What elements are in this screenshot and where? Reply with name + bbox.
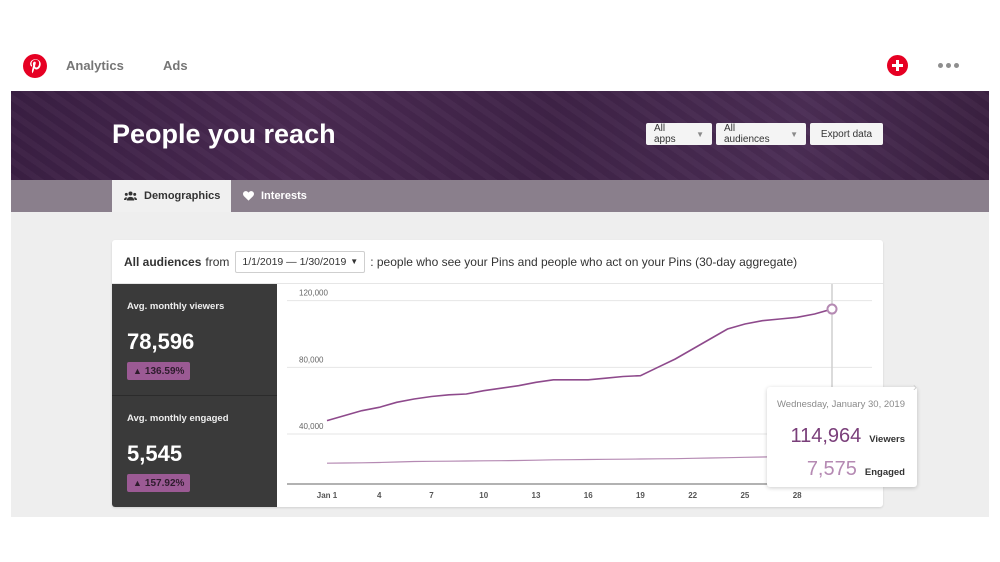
tab-interests-label: Interests xyxy=(261,190,307,202)
stat-engaged-change: 157.92% xyxy=(144,477,185,489)
stat-viewers: Avg. monthly viewers 78,596 ▲ 136.59% xyxy=(112,284,277,394)
create-plus-icon[interactable] xyxy=(887,55,908,76)
stat-viewers-value: 78,596 xyxy=(127,329,195,354)
all-apps-label: All apps xyxy=(654,123,676,145)
x-tick-label: 13 xyxy=(532,491,541,500)
y-tick-label: 120,000 xyxy=(299,289,328,298)
tooltip-viewers-value: 114,964 xyxy=(790,425,862,447)
x-tick-label: Jan 1 xyxy=(317,491,338,500)
stats-panel: Avg. monthly viewers 78,596 ▲ 136.59% Av… xyxy=(112,284,277,507)
chart-tooltip: Wednesday, January 30, 2019 114,964 View… xyxy=(767,387,917,487)
page-title: People you reach xyxy=(112,119,336,149)
stat-engaged-change-badge: ▲ 157.92% xyxy=(127,474,191,492)
stat-engaged: Avg. monthly engaged 5,545 ▲ 157.92% xyxy=(112,395,277,505)
card-header-from: from xyxy=(205,254,230,269)
highlight-point xyxy=(826,303,838,315)
tab-demographics-label: Demographics xyxy=(144,190,221,202)
all-apps-dropdown[interactable]: All apps ▼ xyxy=(646,123,712,145)
pinterest-logo-icon[interactable] xyxy=(23,54,47,78)
nav-ads[interactable]: Ads xyxy=(163,58,188,73)
arrow-up-icon: ▲ xyxy=(133,366,142,376)
x-tick-label: 7 xyxy=(429,491,434,500)
date-range-dropdown[interactable]: 1/1/2019 — 1/30/2019 ▼ xyxy=(235,250,366,273)
hero-banner: People you reach All apps ▼ All audience… xyxy=(11,91,989,180)
tab-demographics[interactable]: Demographics xyxy=(112,180,231,212)
chevron-right-icon[interactable]: › xyxy=(913,380,917,394)
card-header: All audiences from 1/1/2019 — 1/30/2019 … xyxy=(112,240,883,284)
x-tick-label: 28 xyxy=(793,491,802,500)
x-tick-label: 25 xyxy=(740,491,749,500)
stat-engaged-value: 5,545 xyxy=(127,441,183,466)
x-tick-label: 19 xyxy=(636,491,645,500)
nav-analytics[interactable]: Analytics xyxy=(66,58,124,73)
stat-viewers-label: Avg. monthly viewers xyxy=(127,301,225,312)
all-audiences-label: All audiences xyxy=(724,123,770,145)
all-audiences-dropdown[interactable]: All audiences ▼ xyxy=(716,123,806,145)
x-tick-label: 22 xyxy=(688,491,697,500)
caret-down-icon: ▼ xyxy=(696,129,704,139)
series-line-viewers xyxy=(326,308,833,422)
stat-engaged-label: Avg. monthly engaged xyxy=(127,413,229,424)
tooltip-date: Wednesday, January 30, 2019 xyxy=(777,399,905,410)
caret-down-icon: ▼ xyxy=(350,257,359,266)
y-tick-label: 80,000 xyxy=(299,355,324,364)
tooltip-engaged-row: 7,575 Engaged xyxy=(807,458,905,481)
card-header-audience: All audiences xyxy=(124,254,202,269)
stat-viewers-change-badge: ▲ 136.59% xyxy=(127,362,191,380)
tooltip-viewers-row: 114,964 Viewers xyxy=(790,425,905,448)
caret-down-icon: ▼ xyxy=(790,129,798,139)
x-tick-label: 4 xyxy=(377,491,382,500)
tab-bar: Demographics Interests xyxy=(11,180,989,212)
card-header-description: : people who see your Pins and people wh… xyxy=(370,254,798,269)
series-line-engaged xyxy=(326,455,833,464)
y-tick-label: 40,000 xyxy=(299,422,324,431)
heart-icon xyxy=(243,191,254,201)
tooltip-engaged-label: Engaged xyxy=(864,467,905,478)
more-options-icon[interactable] xyxy=(936,57,960,73)
stat-viewers-change: 136.59% xyxy=(144,365,185,377)
date-range-value: 1/1/2019 — 1/30/2019 xyxy=(242,255,347,268)
people-icon xyxy=(124,191,137,201)
tooltip-viewers-label: Viewers xyxy=(869,434,905,445)
arrow-up-icon: ▲ xyxy=(133,478,142,488)
export-data-button[interactable]: Export data xyxy=(810,123,883,145)
x-tick-label: 10 xyxy=(479,491,488,500)
tab-interests[interactable]: Interests xyxy=(243,180,307,212)
hero-controls: All apps ▼ All audiences ▼ Export data xyxy=(646,123,883,145)
tooltip-engaged-value: 7,575 xyxy=(806,458,857,480)
x-tick-label: 16 xyxy=(584,491,593,500)
top-nav: Analytics Ads xyxy=(0,44,1000,88)
